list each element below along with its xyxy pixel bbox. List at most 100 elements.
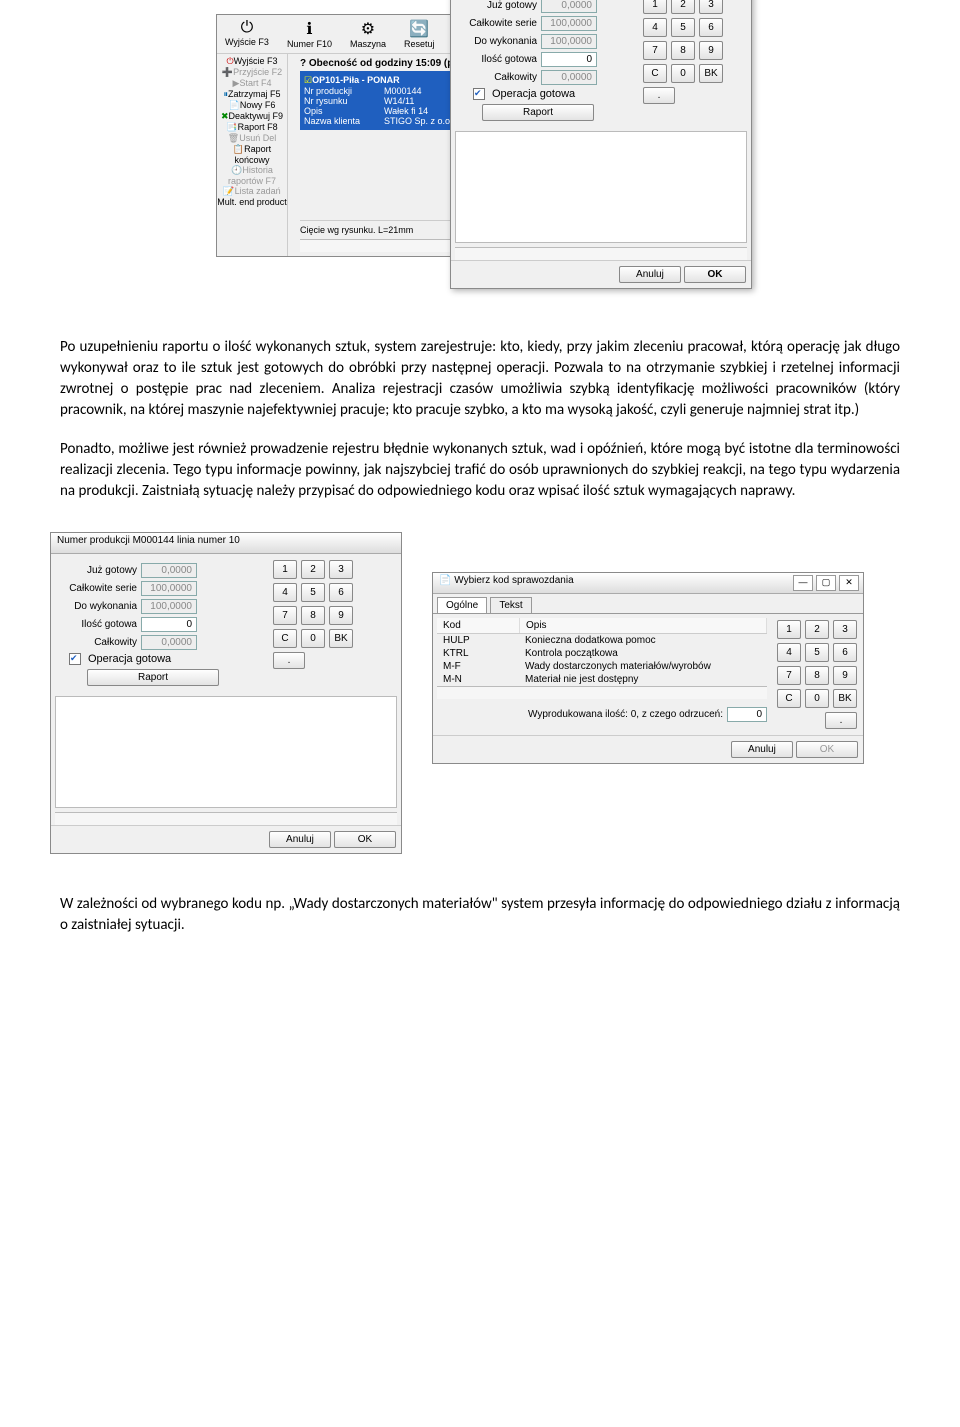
key2-9[interactable]: 9 bbox=[329, 606, 353, 625]
report-icon: 📑 bbox=[226, 122, 237, 132]
calkowite-serie-field: 100,0000 bbox=[541, 16, 597, 31]
kod-table-header: Kod Opis bbox=[437, 618, 767, 634]
key-c[interactable]: C bbox=[643, 64, 667, 83]
refresh-icon: 🔄 bbox=[409, 19, 429, 39]
power-icon: ⏻ bbox=[241, 19, 254, 37]
key2-c[interactable]: C bbox=[273, 629, 297, 648]
ok-button-2[interactable]: OK bbox=[334, 831, 396, 848]
minimize-icon[interactable]: — bbox=[793, 575, 813, 591]
table-row[interactable]: M-FWady dostarczonych materiałów/wyrobów bbox=[437, 660, 767, 673]
key-4[interactable]: 4 bbox=[643, 18, 667, 37]
dialog2-listarea bbox=[55, 696, 397, 808]
keypad: 1 2 3 4 5 6 7 8 9 C 0 BK bbox=[643, 0, 723, 83]
sb-raport-koncowy[interactable]: 📋Raport końcowy bbox=[217, 144, 287, 165]
sb-start[interactable]: ▶Start F4 bbox=[217, 78, 287, 89]
sb-zatrzymaj[interactable]: ⏸Zatrzymaj F5 bbox=[217, 89, 287, 100]
key3-6[interactable]: 6 bbox=[833, 643, 857, 662]
ok-button[interactable]: OK bbox=[684, 266, 746, 283]
dialog2-title: Numer produkcji M000144 linia numer 10 bbox=[51, 533, 401, 554]
close-icon[interactable]: ✕ bbox=[839, 575, 859, 591]
hscrollbar3[interactable] bbox=[55, 812, 397, 825]
key3-5[interactable]: 5 bbox=[805, 643, 829, 662]
power-icon: ⏻ bbox=[226, 56, 233, 66]
table-row[interactable]: M-NMateriał nie jest dostępny bbox=[437, 673, 767, 686]
key2-8[interactable]: 8 bbox=[301, 606, 325, 625]
key3-bk[interactable]: BK bbox=[833, 689, 857, 708]
sb-mult-end[interactable]: Mult. end product bbox=[217, 197, 287, 207]
table-row[interactable]: HULPKonieczna dodatkowa pomoc bbox=[437, 634, 767, 647]
sb-raport[interactable]: 📑Raport F8 bbox=[217, 122, 287, 133]
operacja-gotowa-checkbox[interactable] bbox=[473, 88, 485, 100]
key-9[interactable]: 9 bbox=[699, 41, 723, 60]
key3-9[interactable]: 9 bbox=[833, 666, 857, 685]
key2-1[interactable]: 1 bbox=[273, 560, 297, 579]
trash-icon: 🗑 bbox=[228, 133, 239, 143]
key3-7[interactable]: 7 bbox=[777, 666, 801, 685]
key-bk[interactable]: BK bbox=[699, 64, 723, 83]
key-8[interactable]: 8 bbox=[671, 41, 695, 60]
anuluj-button-2[interactable]: Anuluj bbox=[269, 831, 331, 848]
raport-button[interactable]: Raport bbox=[482, 104, 594, 121]
sb-przyjscie[interactable]: ➕Przyjście F2 bbox=[217, 67, 287, 78]
key-6[interactable]: 6 bbox=[699, 18, 723, 37]
key3-0[interactable]: 0 bbox=[805, 689, 829, 708]
sb-lista[interactable]: 📝Lista zadań bbox=[217, 186, 287, 197]
key3-3[interactable]: 3 bbox=[833, 620, 857, 639]
key-0[interactable]: 0 bbox=[671, 64, 695, 83]
ilosc-gotowa-field[interactable]: 0 bbox=[541, 52, 597, 67]
kod-anuluj-button[interactable]: Anuluj bbox=[731, 741, 793, 758]
clock-icon: 🕘 bbox=[231, 165, 242, 175]
key2-5[interactable]: 5 bbox=[301, 583, 325, 602]
btn-wyjscie[interactable]: ⏻Wyjście F3 bbox=[225, 19, 269, 49]
key2-bk[interactable]: BK bbox=[329, 629, 353, 648]
key3-8[interactable]: 8 bbox=[805, 666, 829, 685]
key2-4[interactable]: 4 bbox=[273, 583, 297, 602]
key3-1[interactable]: 1 bbox=[777, 620, 801, 639]
maximize-icon[interactable]: ▢ bbox=[816, 575, 836, 591]
sb-deaktywuj[interactable]: ✖Deaktywuj F9 bbox=[217, 111, 287, 122]
key-dot[interactable]: . bbox=[643, 87, 675, 104]
sidebar: ⏻Wyjście F3 ➕Przyjście F2 ▶Start F4 ⏸Zat… bbox=[217, 54, 288, 256]
key3-c[interactable]: C bbox=[777, 689, 801, 708]
key3-4[interactable]: 4 bbox=[777, 643, 801, 662]
sb-wyjscie[interactable]: ⏻Wyjście F3 bbox=[217, 56, 287, 67]
operacja-gotowa-checkbox-2[interactable] bbox=[69, 653, 81, 665]
key2-2[interactable]: 2 bbox=[301, 560, 325, 579]
sb-historia[interactable]: 🕘Historia raportów F7 bbox=[217, 165, 287, 186]
tab-tekst[interactable]: Tekst bbox=[490, 597, 531, 613]
ilosc-gotowa-field-2[interactable]: 0 bbox=[141, 617, 197, 632]
kod-table: HULPKonieczna dodatkowa pomoc KTRLKontro… bbox=[437, 634, 767, 686]
key-7[interactable]: 7 bbox=[643, 41, 667, 60]
hscrollbar4[interactable] bbox=[437, 686, 767, 699]
keypad-2: 1 2 3 4 5 6 7 8 9 C 0 BK bbox=[273, 560, 353, 648]
key2-6[interactable]: 6 bbox=[329, 583, 353, 602]
table-row[interactable]: KTRLKontrola początkowa bbox=[437, 647, 767, 660]
btn-maszyna[interactable]: ⚙Maszyna bbox=[350, 19, 386, 49]
calkowity-field-2: 0,0000 bbox=[141, 635, 197, 650]
key3-2[interactable]: 2 bbox=[805, 620, 829, 639]
sb-usun[interactable]: 🗑Usuń Del bbox=[217, 133, 287, 144]
kod-ok-button[interactable]: OK bbox=[796, 741, 858, 758]
plus-icon: ➕ bbox=[222, 67, 233, 77]
sb-nowy[interactable]: 📄Nowy F6 bbox=[217, 100, 287, 111]
hscrollbar2[interactable] bbox=[455, 247, 747, 260]
btn-resetuj[interactable]: 🔄Resetuj bbox=[404, 19, 435, 49]
key-5[interactable]: 5 bbox=[671, 18, 695, 37]
key-3[interactable]: 3 bbox=[699, 0, 723, 14]
raport-button-2[interactable]: Raport bbox=[87, 669, 219, 686]
juz-gotowy-field-2: 0,0000 bbox=[141, 563, 197, 578]
tab-ogolne[interactable]: Ogólne bbox=[437, 597, 487, 613]
key2-3[interactable]: 3 bbox=[329, 560, 353, 579]
anuluj-button[interactable]: Anuluj bbox=[619, 266, 681, 283]
key2-dot[interactable]: . bbox=[273, 652, 305, 669]
key-1[interactable]: 1 bbox=[643, 0, 667, 14]
report-final-icon: 📋 bbox=[233, 144, 244, 154]
key-2[interactable]: 2 bbox=[671, 0, 695, 14]
key2-7[interactable]: 7 bbox=[273, 606, 297, 625]
key3-dot[interactable]: . bbox=[825, 712, 857, 729]
x-icon: ✖ bbox=[221, 111, 229, 121]
calkowite-serie-field-2: 100,0000 bbox=[141, 581, 197, 596]
key2-0[interactable]: 0 bbox=[301, 629, 325, 648]
odrzucen-field[interactable]: 0 bbox=[727, 707, 767, 722]
btn-numer[interactable]: ℹNumer F10 bbox=[287, 19, 332, 49]
